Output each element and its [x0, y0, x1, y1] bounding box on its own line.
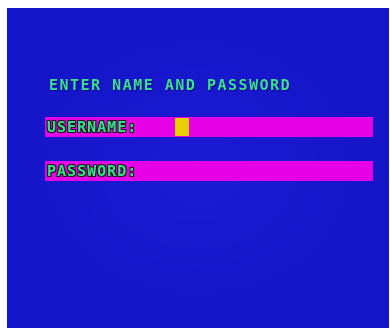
username-label: USERNAME: [47, 118, 138, 136]
username-field[interactable]: USERNAME: [45, 117, 373, 137]
login-prompt-title: ENTER NAME AND PASSWORD [49, 76, 292, 94]
password-label: PASSWORD: [47, 162, 138, 180]
password-field[interactable]: PASSWORD: [45, 161, 373, 181]
login-screen: ENTER NAME AND PASSWORD USERNAME: PASSWO… [7, 8, 389, 328]
text-cursor [175, 118, 189, 136]
